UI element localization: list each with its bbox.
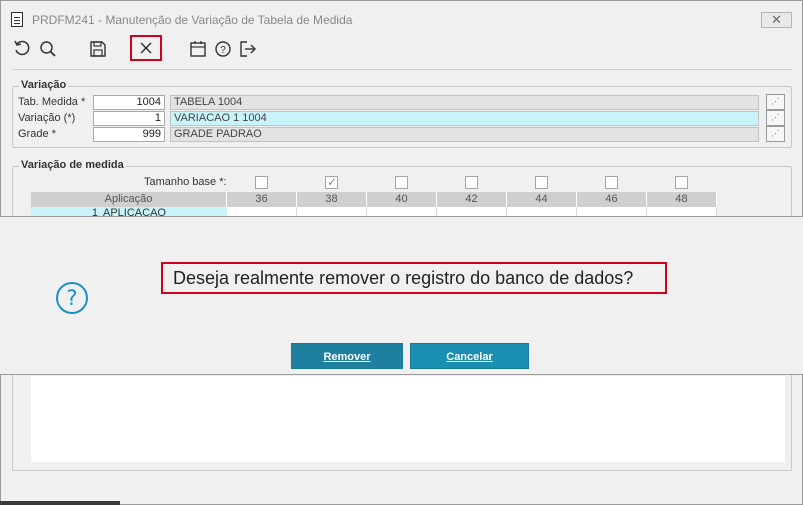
calendar-icon [190,41,206,57]
grade-lookup-button[interactable]: ⋰ [766,126,785,142]
tamanho-base-label: Tamanho base *: [144,176,227,188]
refresh-icon [14,40,30,56]
taskbar-fragment [0,501,120,505]
toolbar-divider [12,69,792,70]
question-icon: ? [56,282,88,314]
title-bar: PRDFM241 - Manutenção de Variação de Tab… [1,1,802,35]
delete-button[interactable] [130,35,162,61]
variacao-description: VARIACAO 1 1004 [170,111,759,126]
calendar-button[interactable] [187,38,209,60]
size-column-header[interactable]: 48 [647,192,717,207]
cancelar-button[interactable]: Cancelar [410,343,529,369]
tamanho-base-checkbox-46[interactable] [605,176,618,189]
tamanho-base-checkbox-44[interactable] [535,176,548,189]
tab-medida-description: TABELA 1004 [170,95,759,110]
help-icon: ? [215,41,231,57]
window-title: PRDFM241 - Manutenção de Variação de Tab… [32,13,353,27]
grade-description: GRADE PADRAO [170,127,759,142]
size-column-header[interactable]: 44 [507,192,577,207]
toolbar: ? [1,35,802,65]
save-button[interactable] [87,38,109,60]
delete-icon [140,42,152,54]
dialog-message: Deseja realmente remover o registro do b… [161,262,667,294]
size-column-header[interactable]: 36 [227,192,297,207]
variacao-label: Variação (*) [18,112,76,124]
help-button[interactable]: ? [212,38,234,60]
grid-body [31,376,785,462]
aplicacao-column-header[interactable]: Aplicação [31,192,227,207]
remover-button[interactable]: Remover [291,343,403,369]
tamanho-base-checkbox-48[interactable] [675,176,688,189]
variacao-medida-legend: Variação de medida [19,159,126,171]
tamanho-base-checkbox-36[interactable] [255,176,268,189]
exit-button[interactable] [237,38,259,60]
size-column-header[interactable]: 46 [577,192,647,207]
tab-medida-label: Tab. Medida * [18,96,86,108]
size-column-header[interactable]: 42 [437,192,507,207]
save-icon [90,41,106,57]
size-column-header[interactable]: 38 [297,192,367,207]
refresh-button[interactable] [11,38,33,60]
search-icon [40,41,56,57]
window-close-button[interactable]: ✕ [761,12,792,28]
grade-input[interactable]: 999 [93,127,165,142]
exit-icon [240,41,256,57]
tab-medida-input[interactable]: 1004 [93,95,165,110]
size-column-header[interactable]: 40 [367,192,437,207]
document-icon [11,12,23,27]
grade-label: Grade * [18,128,56,140]
tamanho-base-checkbox-38[interactable] [325,175,338,189]
variacao-input[interactable]: 1 [93,111,165,126]
tab-medida-lookup-button[interactable]: ⋰ [766,94,785,110]
search-button[interactable] [37,38,59,60]
svg-text:?: ? [220,45,226,56]
tamanho-base-checkbox-42[interactable] [465,176,478,189]
tamanho-base-checkbox-40[interactable] [395,176,408,189]
confirm-dialog: ? Deseja realmente remover o registro do… [0,217,803,375]
variacao-lookup-button[interactable]: ⋰ [766,110,785,126]
variacao-legend: Variação [19,79,69,91]
